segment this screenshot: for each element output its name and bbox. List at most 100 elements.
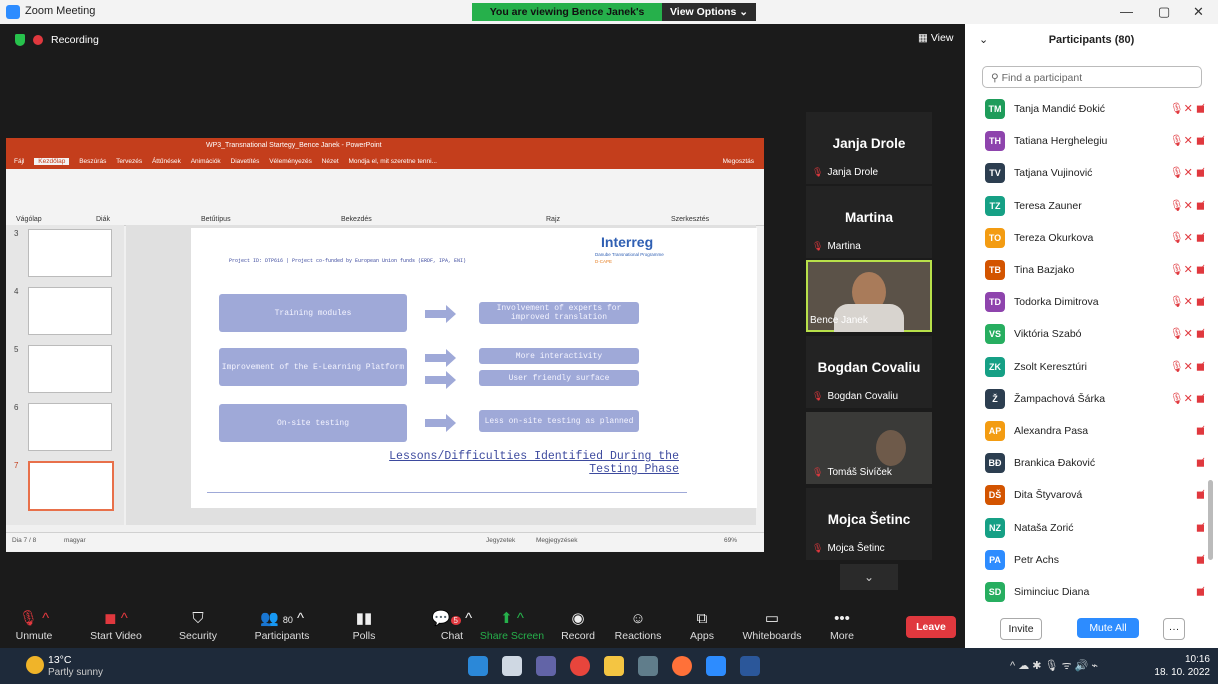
participant-row[interactable]: Ž Žampachová Šárka 🎙✕ ◼̸	[985, 387, 1205, 411]
mic-off-video-off-icon: 🎙✕ ◼̸	[1169, 296, 1205, 309]
notes-button[interactable]: Jegyzetek	[486, 537, 515, 544]
ppt-tab-review[interactable]: Véleményezés	[269, 158, 312, 165]
meeting-toolbar: 🎙 ^ Unmute ◼ ^ Start Video ⛉ Security 👥 80 …	[0, 606, 965, 648]
video-off-icon: ◼̸	[1195, 457, 1205, 470]
language-indicator[interactable]: magyar	[64, 537, 86, 544]
participant-row[interactable]: ZK Zsolt Keresztúri 🎙✕ ◼̸	[985, 355, 1205, 379]
mic-off-video-off-icon: 🎙✕ ◼̸	[1169, 199, 1205, 212]
ribbon-group-font: Betűtípus	[201, 216, 231, 223]
slide-thumbnail[interactable]	[28, 345, 112, 393]
mic-off-icon: 🎙	[812, 167, 824, 177]
ppt-tab-view[interactable]: Nézet	[322, 158, 339, 165]
leave-button[interactable]: Leave	[906, 616, 956, 638]
view-options-button[interactable]: View Options ⌄	[662, 3, 756, 21]
zoom-taskbar-icon[interactable]	[706, 656, 726, 676]
ppt-tell-me[interactable]: Mondja el, mit szeretne tenni...	[348, 158, 437, 165]
start-video-button[interactable]: ◼ ^ Start Video	[76, 608, 156, 642]
participant-row[interactable]: TD Todorka Dimitrova 🎙✕ ◼̸	[985, 290, 1205, 314]
view-button[interactable]: ▦ View	[918, 32, 953, 44]
shield-icon: ⛉	[192, 610, 204, 627]
participant-row[interactable]: AP Alexandra Pasa ◼̸	[985, 419, 1205, 443]
minimize-button[interactable]: —	[1120, 4, 1133, 19]
participant-row[interactable]: TO Tereza Okurkova 🎙✕ ◼̸	[985, 226, 1205, 250]
close-button[interactable]: ✕	[1193, 4, 1204, 20]
video-tile[interactable]: Bogdan Covaliu 🎙 Bogdan Covaliu	[806, 336, 932, 408]
participant-row[interactable]: NZ Nataša Zorić ◼̸	[985, 516, 1205, 540]
participants-button[interactable]: 👥 80 ^ Participants	[242, 608, 322, 642]
task-view-icon[interactable]	[502, 656, 522, 676]
ppt-tab-file[interactable]: Fájl	[14, 158, 24, 165]
ppt-tab-animations[interactable]: Animációk	[191, 158, 221, 165]
ribbon-group-clipboard: Vágólap	[16, 216, 42, 223]
ppt-thumbnail-pane: 3 4 5 6 7	[6, 225, 124, 525]
weather-icon	[26, 656, 44, 674]
comments-button[interactable]: Megjegyzések	[536, 537, 578, 544]
zoom-level[interactable]: 69%	[724, 537, 737, 544]
more-button[interactable]: ••• More	[802, 608, 882, 642]
ppt-tab-design[interactable]: Tervezés	[116, 158, 142, 165]
windows-taskbar: 13°C Partly sunny ^ ☁ ✱ 🎙 ᯤ 🔊 ⌁ 10:16 18…	[0, 648, 1218, 684]
weather-text[interactable]: Partly sunny	[48, 667, 103, 678]
polls-button[interactable]: ▮▮ Polls	[324, 608, 404, 642]
file-explorer-icon[interactable]	[604, 656, 624, 676]
more-options-button[interactable]: ···	[1163, 618, 1185, 640]
clock-time[interactable]: 10:16	[1176, 654, 1210, 665]
video-tile[interactable]: 🎙 Tomáš Sivíček	[806, 412, 932, 484]
start-icon[interactable]	[468, 656, 488, 676]
ppt-share[interactable]: Megosztás	[723, 154, 754, 169]
participant-name: Tatiana Herghelegiu	[1014, 135, 1108, 148]
weather-temp[interactable]: 13°C	[48, 654, 71, 666]
video-tile-active-speaker[interactable]: Bence Janek	[806, 260, 932, 332]
scroll-down-tiles-button[interactable]: ⌄	[840, 564, 898, 590]
unmute-button[interactable]: 🎙 ^ Unmute	[4, 608, 64, 642]
ppt-tab-transitions[interactable]: Áttűnések	[152, 158, 181, 165]
avatar: TD	[985, 292, 1005, 313]
ppt-tab-home[interactable]: Kezdőlap	[34, 158, 70, 165]
mic-off-icon: 🎙	[812, 543, 824, 553]
video-tile[interactable]: Janja Drole 🎙 Janja Drole	[806, 112, 932, 184]
participant-name: Nataša Zorić	[1014, 521, 1074, 534]
participant-row[interactable]: BĐ Brankica Đaković ◼̸	[985, 451, 1205, 475]
video-tile[interactable]: Martina 🎙 Martina	[806, 186, 932, 258]
ppt-tab-slideshow[interactable]: Diavetítés	[231, 158, 260, 165]
security-button[interactable]: ⛉ Security	[158, 608, 238, 642]
slide-header-text: Project ID: DTP616 | Project co-funded b…	[229, 258, 467, 264]
whiteboards-button[interactable]: ▭ Whiteboards	[732, 608, 812, 642]
teams-icon[interactable]	[536, 656, 556, 676]
slide-thumbnail[interactable]	[28, 403, 112, 451]
slide-thumbnail-selected[interactable]	[28, 461, 114, 511]
firefox-icon[interactable]	[672, 656, 692, 676]
invite-button[interactable]: Invite	[1000, 618, 1042, 640]
ppt-tab-insert[interactable]: Beszúrás	[79, 158, 106, 165]
participant-row[interactable]: DŠ Dita Štyvarová ◼̸	[985, 483, 1205, 507]
mute-all-button[interactable]: Mute All	[1077, 618, 1139, 638]
participant-row[interactable]: TB Tina Bazjako 🎙✕ ◼̸	[985, 258, 1205, 282]
word-icon[interactable]	[740, 656, 760, 676]
slide-thumbnail[interactable]	[28, 229, 112, 277]
participant-name: Tanja Mandić Đokić	[1014, 103, 1106, 115]
participant-name: Petr Achs	[1014, 553, 1059, 566]
system-tray-icons[interactable]: ^ ☁ ✱ 🎙 ᯤ 🔊 ⌁	[1010, 658, 1098, 673]
video-tile[interactable]: Mojca Šetinc 🎙 Mojca Šetinc	[806, 488, 932, 560]
participant-row[interactable]: TV Tatjana Vujinović 🎙✕ ◼̸	[985, 161, 1205, 185]
shared-screen-powerpoint: WP3_Transnational Startegy_Bence Janek -…	[6, 138, 764, 552]
collapse-panel-chevron-icon[interactable]: ⌄	[979, 24, 988, 56]
panel-scrollbar[interactable]	[1208, 480, 1213, 560]
unmute-label: Unmute	[15, 630, 53, 642]
participant-row[interactable]: SD Siminciuc Diana ◼̸	[985, 580, 1205, 604]
participant-row[interactable]: TH Tatiana Herghelegiu 🎙✕ ◼̸	[985, 129, 1205, 153]
slide-thumbnail[interactable]	[28, 287, 112, 335]
participant-row[interactable]: TM Tanja Mandić Đokić 🎙✕ ◼̸	[985, 97, 1205, 121]
avatar: PA	[985, 549, 1005, 570]
clock-date[interactable]: 18. 10. 2022	[1150, 667, 1210, 678]
maximize-button[interactable]: ▢	[1158, 4, 1170, 20]
people-icon: 👥 80 ^	[259, 610, 305, 627]
calculator-icon[interactable]	[638, 656, 658, 676]
participant-row[interactable]: TZ Teresa Zauner 🎙✕ ◼̸	[985, 194, 1205, 218]
participant-search-input[interactable]: ⚲ Find a participant	[982, 66, 1202, 88]
apps-button[interactable]: ⧉ Apps	[662, 608, 742, 642]
participant-row[interactable]: VS Viktória Szabó 🎙✕ ◼̸	[985, 322, 1205, 346]
mic-off-icon: 🎙 ^	[18, 610, 50, 627]
chrome-icon[interactable]	[570, 656, 590, 676]
participant-row[interactable]: PA Petr Achs ◼̸	[985, 548, 1205, 572]
